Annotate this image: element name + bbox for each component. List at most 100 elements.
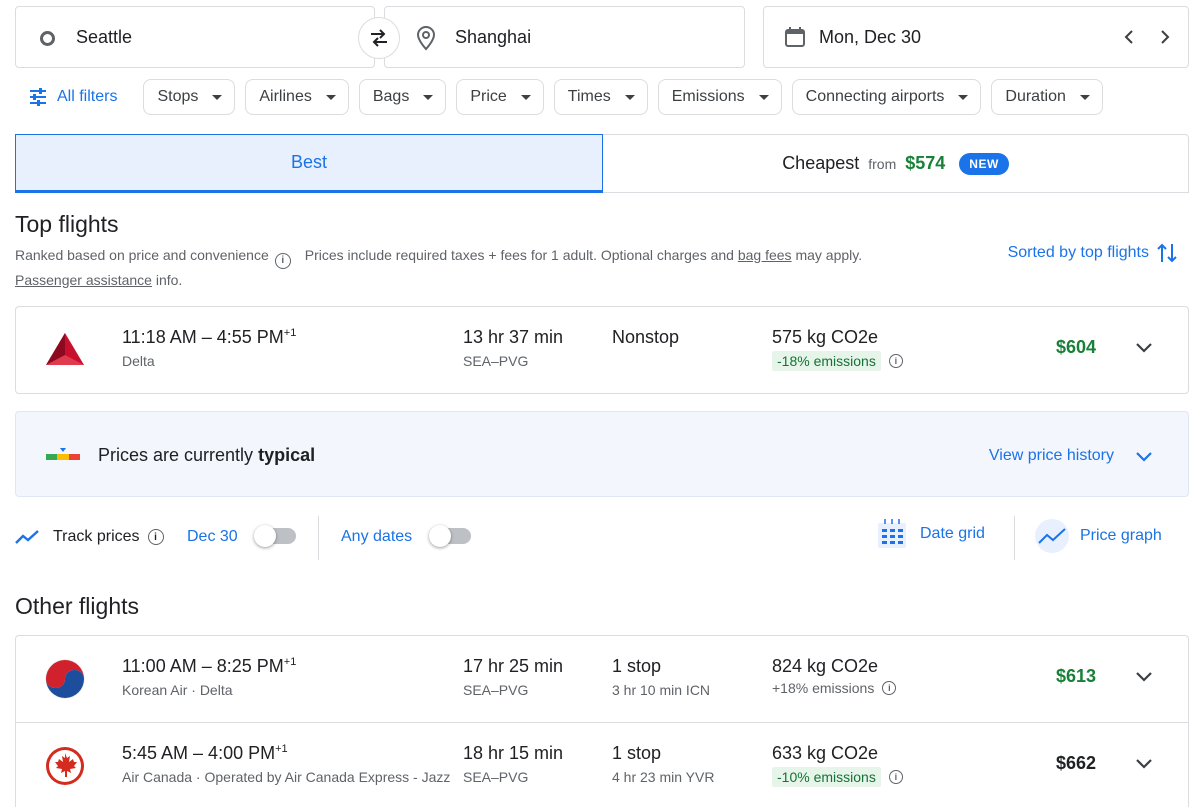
toggle-knob <box>254 525 276 547</box>
bag-fees-link[interactable]: bag fees <box>738 247 792 263</box>
layover-info: 3 hr 10 min ICN <box>612 682 711 698</box>
info-icon[interactable]: i <box>274 252 291 269</box>
chip-label: Price <box>470 88 507 105</box>
flight-times: 11:00 AM – 8:25 PM+1 <box>122 656 297 676</box>
sort-arrows-icon <box>1157 243 1177 263</box>
dropdown-caret-icon <box>758 94 769 100</box>
info-icon[interactable]: i <box>147 529 164 545</box>
price-graph-button[interactable]: Price graph <box>1034 518 1162 554</box>
emissions-text: +18% emissions <box>772 680 875 696</box>
other-flights-title: Other flights <box>15 593 139 619</box>
flight-duration: 18 hr 15 min <box>463 743 564 763</box>
layover-info: 4 hr 23 min YVR <box>612 769 715 785</box>
toggle-knob <box>429 525 451 547</box>
info-icon[interactable]: i <box>882 681 897 695</box>
any-dates-label: Any dates <box>341 528 413 545</box>
tab-best-label: Best <box>290 152 328 172</box>
divider <box>318 516 319 560</box>
swap-icon <box>371 29 387 47</box>
expand-chevron-icon[interactable] <box>1134 450 1154 464</box>
airlines-filter[interactable]: Airlines <box>245 79 349 115</box>
price-level-icon <box>46 448 80 460</box>
flight-row[interactable]: 11:00 AM – 8:25 PM+1 Korean Air · Delta … <box>16 636 1188 722</box>
flight-stops: Nonstop <box>612 327 680 347</box>
previous-date-icon[interactable] <box>1120 27 1138 47</box>
expand-chevron-icon[interactable] <box>1134 757 1154 771</box>
tab-cheapest[interactable]: Cheapest from $574 NEW <box>603 135 1188 192</box>
flight-row[interactable]: 11:18 AM – 4:55 PM+1 Delta 13 hr 37 min … <box>16 307 1188 393</box>
emissions-filter[interactable]: Emissions <box>657 79 782 115</box>
airline-name: Delta <box>122 353 155 369</box>
divider <box>1014 516 1015 560</box>
korean-air-logo-icon <box>45 659 85 699</box>
dropdown-caret-icon <box>624 94 635 100</box>
prices-note: Prices include required taxes + fees for… <box>304 247 734 263</box>
chip-label: Airlines <box>259 88 312 105</box>
track-date-toggle[interactable] <box>254 525 296 547</box>
tune-icon <box>30 88 46 106</box>
date-grid-label: Date grid <box>920 525 985 542</box>
chip-label: Duration <box>1005 88 1066 105</box>
trend-icon <box>15 530 39 544</box>
flight-times: 5:45 AM – 4:00 PM+1 <box>122 743 288 763</box>
co2-value: 575 kg CO2e <box>772 327 879 347</box>
flight-stops: 1 stop <box>612 743 662 763</box>
date-grid-button[interactable]: Date grid <box>876 518 985 550</box>
dropdown-caret-icon <box>1079 94 1090 100</box>
emissions-info: -18% emissions i <box>772 351 903 371</box>
stops-filter[interactable]: Stops <box>143 79 236 115</box>
flight-route: SEA–PVG <box>463 353 529 369</box>
price-insight-banner: Prices are currently typical View price … <box>15 411 1189 497</box>
track-date: Dec 30 <box>187 528 238 545</box>
sort-button[interactable]: Sorted by top flights <box>1008 242 1177 264</box>
location-pin-icon <box>416 25 436 51</box>
any-dates-toggle[interactable] <box>429 525 471 547</box>
departure-date-field[interactable]: Mon, Dec 30 <box>763 6 1189 68</box>
chip-label: Connecting airports <box>805 88 945 105</box>
date-value: Mon, Dec 30 <box>819 26 922 47</box>
new-badge: NEW <box>959 152 1009 175</box>
flight-row[interactable]: 5:45 AM – 4:00 PM+1 Air Canada · Operate… <box>16 722 1188 807</box>
next-date-icon[interactable] <box>1156 27 1174 47</box>
all-filters-label: All filters <box>57 88 118 105</box>
flight-stops: 1 stop <box>612 656 662 676</box>
co2-value: 824 kg CO2e <box>772 656 879 676</box>
all-filters-button[interactable]: All filters <box>15 79 129 115</box>
chip-label: Bags <box>372 88 410 105</box>
emissions-badge: -18% emissions <box>772 351 881 371</box>
flight-route: SEA–PVG <box>463 682 529 698</box>
times-filter[interactable]: Times <box>553 79 648 115</box>
dropdown-caret-icon <box>212 94 223 100</box>
connecting-airports-filter[interactable]: Connecting airports <box>791 79 982 115</box>
may-apply-text: may apply. <box>795 247 863 263</box>
top-flights-list: 11:18 AM – 4:55 PM+1 Delta 13 hr 37 min … <box>15 306 1189 394</box>
origin-value: Seattle <box>76 26 133 47</box>
swap-button[interactable] <box>358 17 400 59</box>
price-filter[interactable]: Price <box>456 79 544 115</box>
info-icon[interactable]: i <box>888 354 903 368</box>
other-flights-list: 11:00 AM – 8:25 PM+1 Korean Air · Delta … <box>15 635 1189 807</box>
duration-filter[interactable]: Duration <box>991 79 1103 115</box>
co2-value: 633 kg CO2e <box>772 743 879 763</box>
date-grid-icon <box>878 519 906 548</box>
flight-price: $662 <box>1055 753 1096 773</box>
flight-duration: 17 hr 25 min <box>463 656 564 676</box>
tab-best[interactable]: Best <box>15 134 603 193</box>
emissions-info: +18% emissions i <box>772 680 897 696</box>
sorted-label: Sorted by top flights <box>1007 244 1149 261</box>
info-text: info. <box>155 271 183 288</box>
price-insight-message: Prices are currently typical <box>98 445 316 465</box>
dropdown-caret-icon <box>520 94 531 100</box>
passenger-assistance-link[interactable]: Passenger assistance <box>15 272 152 288</box>
track-prices-row: Track prices i Dec 30 Any dates Date gri… <box>15 516 1189 560</box>
bags-filter[interactable]: Bags <box>358 79 447 115</box>
destination-field[interactable]: Shanghai <box>384 6 745 68</box>
info-icon[interactable]: i <box>888 770 903 784</box>
view-price-history-link[interactable]: View price history <box>989 447 1114 465</box>
expand-chevron-icon[interactable] <box>1134 670 1154 684</box>
emissions-info: -10% emissions i <box>772 767 903 787</box>
chip-label: Times <box>567 88 611 105</box>
expand-chevron-icon[interactable] <box>1134 341 1154 355</box>
calendar-icon <box>785 27 805 47</box>
origin-field[interactable]: Seattle <box>15 6 375 68</box>
